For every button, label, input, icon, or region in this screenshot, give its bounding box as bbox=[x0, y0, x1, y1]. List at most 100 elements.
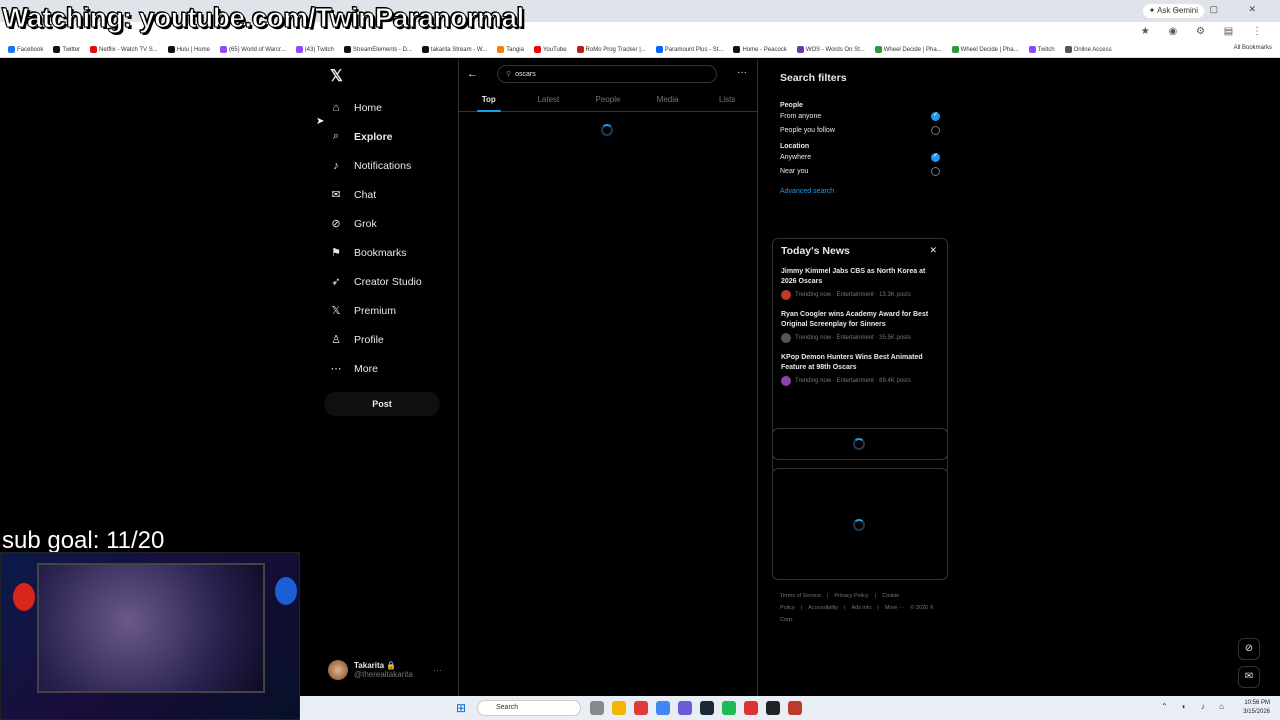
bookmark-favicon-icon bbox=[8, 46, 15, 53]
spotify-icon[interactable] bbox=[722, 701, 736, 715]
filter-label: Anywhere bbox=[780, 153, 812, 161]
radio-checked-icon[interactable] bbox=[931, 111, 940, 121]
bookmark-item[interactable]: Hulu | Home bbox=[167, 46, 210, 53]
grok-float-icon[interactable]: ⊘ bbox=[1238, 638, 1260, 660]
app-icon[interactable] bbox=[788, 701, 802, 715]
account-name: Takarita 🔒 bbox=[354, 661, 397, 670]
nav-label: Creator Studio bbox=[354, 275, 422, 288]
bookmark-favicon-icon bbox=[219, 46, 227, 53]
filter-from-anyone[interactable]: From anyone bbox=[780, 109, 940, 123]
nav-item-more[interactable]: ⋯ More bbox=[318, 354, 458, 383]
messages-float-icon[interactable]: ✉ bbox=[1238, 666, 1260, 688]
stream-overlay-text: Watching: youtube.com/TwinParanormal bbox=[2, 2, 525, 34]
bookmark-item[interactable]: (43) Twitch bbox=[295, 46, 334, 53]
search-input[interactable] bbox=[515, 70, 696, 78]
windows-start-icon[interactable]: ⊞ bbox=[456, 701, 470, 715]
tab-lists[interactable]: Lists bbox=[697, 90, 757, 111]
advanced-search-link[interactable]: Advanced search bbox=[780, 188, 940, 195]
x-logo-icon[interactable]: 𝕏 bbox=[330, 66, 343, 86]
filter-people-you-follow[interactable]: People you follow bbox=[780, 123, 940, 137]
bookmark-item[interactable]: Home - Peacock bbox=[733, 46, 787, 53]
news-item[interactable]: Ryan Coogler wins Academy Award for Best… bbox=[781, 310, 939, 343]
nav-item-grok[interactable]: ⊘ Grok bbox=[318, 209, 458, 238]
bookmark-label: Facebook bbox=[17, 46, 44, 53]
loading-spinner-icon bbox=[853, 519, 865, 531]
app-icon[interactable] bbox=[590, 701, 604, 715]
bookmark-item[interactable]: StreamElements - D... bbox=[343, 46, 412, 53]
footer-link[interactable]: Accessibility bbox=[808, 605, 838, 611]
bookmark-label: (65) World of Warcr... bbox=[228, 46, 286, 53]
more-icon[interactable]: ··· bbox=[433, 665, 442, 675]
tab-people[interactable]: People bbox=[578, 90, 638, 111]
bookmark-item[interactable]: Twitch bbox=[1028, 46, 1055, 53]
news-item[interactable]: Jimmy Kimmel Jabs CBS as North Korea at … bbox=[781, 267, 939, 300]
bookmark-favicon-icon bbox=[1064, 46, 1072, 53]
nav-item-profile[interactable]: ♙ Profile bbox=[318, 325, 458, 354]
bookmark-item[interactable]: Online Access bbox=[1064, 46, 1112, 53]
sub-goal-overlay: sub goal: 11/20 bbox=[2, 527, 165, 554]
bookmark-favicon-icon bbox=[733, 46, 741, 53]
filter-anywhere[interactable]: Anywhere bbox=[780, 150, 940, 164]
bookmark-item[interactable]: Twitter bbox=[53, 46, 80, 53]
bookmark-item[interactable]: Tangia bbox=[497, 46, 524, 53]
nav-item-creator-studio[interactable]: ➶ Creator Studio bbox=[318, 267, 458, 296]
nav-label: Premium bbox=[354, 304, 397, 317]
nav-item-notifications[interactable]: ♪ Notifications bbox=[318, 151, 458, 180]
bookmark-item[interactable]: WOS - Words On St... bbox=[796, 46, 865, 53]
primary-nav: ⌂ Home ⌕ Explore ♪ Notifications ✉ Chat ⊘ Grok ⚑ Bo… bbox=[318, 93, 458, 383]
search-filters-panel: Search filters People From anyone People… bbox=[772, 66, 948, 228]
tab-latest[interactable]: Latest bbox=[519, 90, 579, 111]
window-controls[interactable]: – ▢ ✕ bbox=[1174, 4, 1270, 15]
bookmark-item[interactable]: YouTube bbox=[533, 46, 567, 53]
bookmark-item[interactable]: Paramount Plus - St... bbox=[655, 46, 724, 53]
back-arrow-icon[interactable]: ← bbox=[467, 68, 478, 80]
tab-media[interactable]: Media bbox=[638, 90, 698, 111]
radio-checked-icon[interactable] bbox=[931, 152, 940, 162]
bookmark-item[interactable]: Wheel Decide | Pha... bbox=[951, 46, 1019, 53]
search-box[interactable]: ⚲ bbox=[497, 65, 717, 83]
app-icon[interactable] bbox=[744, 701, 758, 715]
tab-top[interactable]: Top bbox=[459, 90, 519, 111]
more-options-icon[interactable]: ··· bbox=[737, 67, 747, 78]
all-bookmarks-link[interactable]: All Bookmarks bbox=[1234, 45, 1272, 51]
footer-link[interactable]: Terms of Service bbox=[780, 593, 821, 599]
app-icon[interactable] bbox=[766, 701, 780, 715]
bookmark-item[interactable]: Netflix - Watch TV S... bbox=[90, 46, 158, 53]
account-switcher[interactable]: Takarita 🔒 @therealtakarita ··· bbox=[328, 660, 448, 680]
taskbar-search[interactable]: Search bbox=[477, 700, 581, 716]
filter-near-you[interactable]: Near you bbox=[780, 164, 940, 178]
news-item[interactable]: KPop Demon Hunters Wins Best Animated Fe… bbox=[781, 353, 939, 386]
steam-icon[interactable] bbox=[700, 701, 714, 715]
folder-icon[interactable] bbox=[612, 701, 626, 715]
app-icon[interactable] bbox=[634, 701, 648, 715]
bookmark-favicon-icon bbox=[295, 46, 303, 53]
bookmark-label: Paramount Plus - St... bbox=[664, 46, 724, 53]
bookmark-item[interactable]: Facebook bbox=[8, 46, 43, 53]
close-icon[interactable]: ✕ bbox=[929, 245, 937, 256]
nav-item-bookmarks[interactable]: ⚑ Bookmarks bbox=[318, 238, 458, 267]
bookmark-item[interactable]: (65) World of Warcr... bbox=[219, 46, 286, 53]
system-tray[interactable]: ⌃ ◐ ♪ ⌂ bbox=[1161, 702, 1230, 711]
post-button[interactable]: Post bbox=[324, 392, 440, 416]
bookmark-item[interactable]: takarita Stream - W... bbox=[421, 46, 487, 53]
footer-link[interactable]: Privacy Policy bbox=[834, 593, 868, 599]
nav-label: Profile bbox=[354, 333, 384, 346]
nav-item-chat[interactable]: ✉ Chat bbox=[318, 180, 458, 209]
app-icon[interactable] bbox=[678, 701, 692, 715]
footer-separator: | bbox=[874, 593, 877, 599]
bookmark-label: RoMo Prog Tracker |... bbox=[585, 46, 646, 53]
nav-item-home[interactable]: ⌂ Home bbox=[318, 93, 458, 122]
bookmark-item[interactable]: RoMo Prog Tracker |... bbox=[576, 46, 646, 53]
footer-link[interactable]: More ··· bbox=[885, 605, 905, 611]
bookmark-favicon-icon bbox=[53, 46, 61, 53]
radio-icon[interactable] bbox=[931, 125, 940, 135]
nav-item-premium[interactable]: 𝕏 Premium bbox=[318, 296, 458, 325]
chrome-icon[interactable] bbox=[656, 701, 670, 715]
toolbar-icons[interactable]: ★ ◉ ⚙ ▤ ⋮ bbox=[1141, 26, 1270, 37]
footer-separator: | bbox=[844, 605, 846, 611]
nav-item-explore[interactable]: ⌕ Explore bbox=[318, 122, 458, 151]
radio-icon[interactable] bbox=[931, 166, 940, 176]
taskbar-clock[interactable]: 10:56 PM 3/15/2026 bbox=[1243, 699, 1270, 717]
bookmark-item[interactable]: Wheel Decide | Pha... bbox=[874, 46, 942, 53]
footer-link[interactable]: Ads info bbox=[852, 605, 872, 611]
